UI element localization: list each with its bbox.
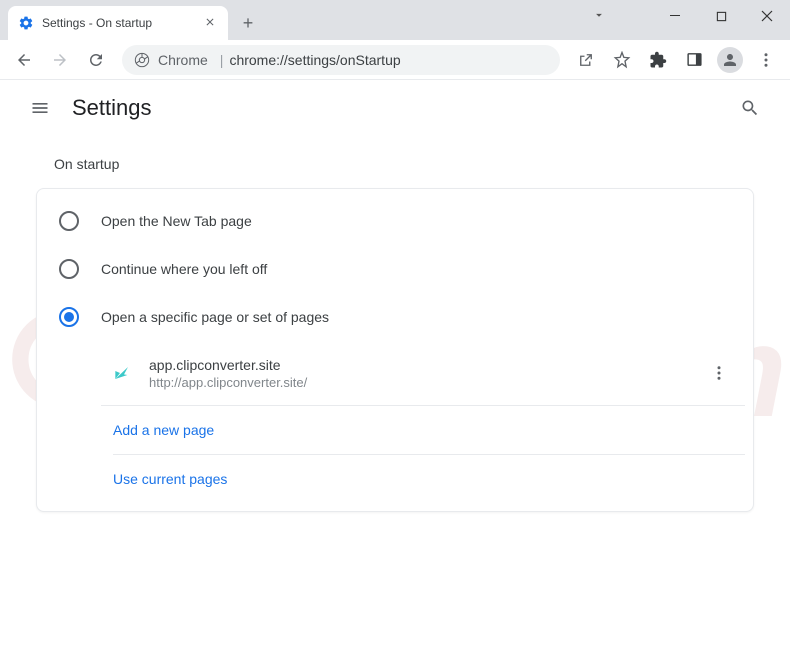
- option-label: Open the New Tab page: [101, 213, 252, 229]
- forward-button[interactable]: [44, 44, 76, 76]
- radio-icon: [59, 259, 79, 279]
- hamburger-menu-icon[interactable]: [20, 88, 60, 128]
- new-tab-button[interactable]: +: [234, 9, 262, 37]
- page-info: app.clipconverter.site http://app.clipco…: [149, 357, 701, 390]
- add-new-page-link[interactable]: Add a new page: [113, 406, 745, 455]
- page-title: Settings: [72, 95, 730, 121]
- close-window-button[interactable]: [744, 0, 790, 32]
- search-icon[interactable]: [730, 88, 770, 128]
- page-url: http://app.clipconverter.site/: [149, 375, 701, 390]
- option-specific-pages[interactable]: Open a specific page or set of pages: [37, 293, 753, 341]
- reload-button[interactable]: [80, 44, 112, 76]
- minimize-button[interactable]: [652, 0, 698, 32]
- radio-icon: [59, 211, 79, 231]
- startup-page-row: app.clipconverter.site http://app.clipco…: [101, 341, 745, 406]
- section-title: On startup: [54, 156, 754, 172]
- startup-card: Open the New Tab page Continue where you…: [36, 188, 754, 512]
- option-label: Open a specific page or set of pages: [101, 309, 329, 325]
- settings-content: On startup Open the New Tab page Continu…: [0, 136, 790, 532]
- window-controls: [652, 0, 790, 32]
- share-icon[interactable]: [570, 44, 602, 76]
- browser-tab[interactable]: Settings - On startup: [8, 6, 228, 40]
- option-open-new-tab[interactable]: Open the New Tab page: [37, 197, 753, 245]
- bookmark-star-icon[interactable]: [606, 44, 638, 76]
- extensions-icon[interactable]: [642, 44, 674, 76]
- option-continue[interactable]: Continue where you left off: [37, 245, 753, 293]
- avatar-icon: [717, 47, 743, 73]
- back-button[interactable]: [8, 44, 40, 76]
- close-tab-icon[interactable]: [202, 13, 218, 33]
- gear-icon: [18, 15, 34, 31]
- maximize-button[interactable]: [698, 0, 744, 32]
- sidepanel-icon[interactable]: [678, 44, 710, 76]
- chrome-icon: [134, 52, 150, 68]
- page-row-menu-button[interactable]: [701, 355, 737, 391]
- tab-title: Settings - On startup: [42, 16, 202, 30]
- page-name: app.clipconverter.site: [149, 357, 701, 373]
- use-current-pages-link[interactable]: Use current pages: [113, 455, 745, 503]
- settings-header: Settings: [0, 80, 790, 136]
- address-separator: |: [220, 52, 224, 68]
- chevron-down-icon[interactable]: [592, 8, 606, 27]
- scheme-label: Chrome: [158, 52, 208, 68]
- browser-toolbar: Chrome | chrome://settings/onStartup: [0, 40, 790, 80]
- option-label: Continue where you left off: [101, 261, 267, 277]
- kebab-menu-icon[interactable]: [750, 44, 782, 76]
- window-titlebar: Settings - On startup +: [0, 0, 790, 40]
- site-favicon-icon: [113, 364, 131, 382]
- profile-avatar[interactable]: [714, 44, 746, 76]
- radio-icon-selected: [59, 307, 79, 327]
- address-bar[interactable]: Chrome | chrome://settings/onStartup: [122, 45, 560, 75]
- address-url: chrome://settings/onStartup: [229, 52, 400, 68]
